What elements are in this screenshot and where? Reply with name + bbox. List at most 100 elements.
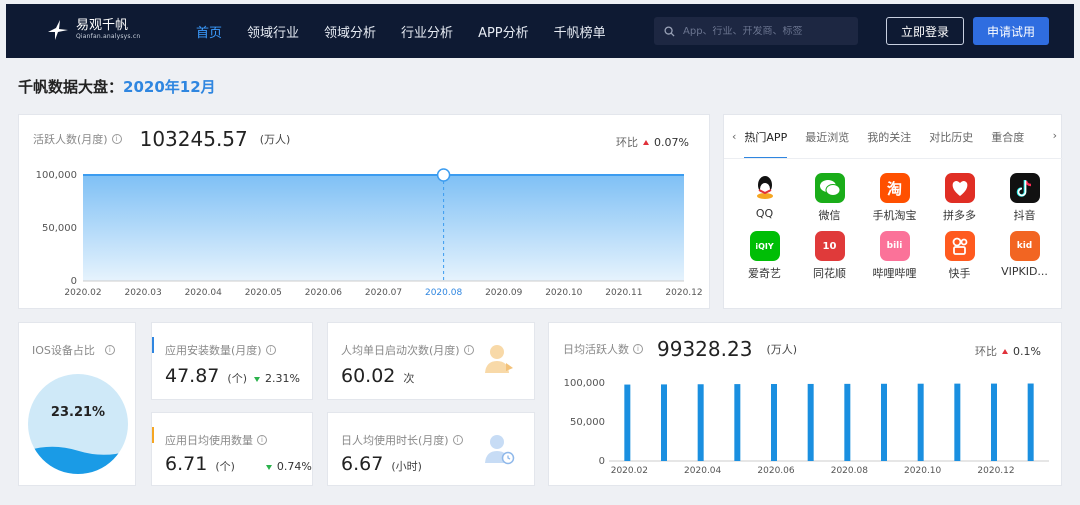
nav-app-analysis[interactable]: APP分析 (478, 22, 529, 41)
app-item[interactable]: 微信 (797, 173, 862, 223)
app-name: 哔哩哔哩 (872, 267, 917, 280)
y-tick-label: 100,000 (564, 378, 605, 389)
logo-name: 易观千帆 (76, 18, 129, 33)
app-name: 拼多多 (943, 209, 976, 222)
app-item[interactable]: 淘手机淘宝 (862, 173, 927, 223)
up-arrow-icon (643, 140, 650, 145)
chevron-right-icon[interactable]: › (1050, 129, 1057, 142)
info-icon[interactable]: i (257, 435, 267, 445)
iqiyi-icon: iQIY (749, 231, 780, 261)
app-item[interactable]: 拼多多 (927, 173, 992, 223)
launch-count-label: 人均单日启动次数(月度) i (341, 342, 474, 358)
install-count-metric: 47.87 (个) 2.31% (165, 365, 300, 387)
app-name: 爱奇艺 (748, 267, 781, 280)
app-item[interactable]: 快手 (927, 231, 992, 281)
ios-share-pie[interactable] (27, 373, 129, 475)
apps-card: ‹ 热门APP 最近浏览 我的关注 对比历史 重合度 › QQ 微信淘手机淘宝拼多… (723, 114, 1063, 309)
nav-home[interactable]: 首页 (196, 22, 222, 41)
x-tick-label: 2020.08 (831, 466, 868, 476)
up-arrow-icon (1002, 349, 1009, 354)
dau-bar (734, 384, 741, 461)
nav-domain-industry[interactable]: 领域行业 (247, 22, 299, 41)
trial-button[interactable]: 申请试用 (973, 17, 1049, 45)
dau-bar (807, 383, 814, 461)
app-item[interactable]: kid VIPKID... (992, 231, 1057, 281)
dau-header: 日均活跃人数 i 99328.23 (万人) (563, 337, 797, 361)
dau-bar (697, 384, 704, 461)
dau-label: 日均活跃人数 i (563, 341, 643, 357)
y-tick-label: 50,000 (42, 223, 77, 234)
nav-industry-analysis[interactable]: 行业分析 (401, 22, 453, 41)
dau-bar (661, 384, 667, 461)
daily-use-count-card: 应用日均使用数量 i 6.71 (个) 0.74% (151, 412, 313, 486)
daily-use-count-label-text: 应用日均使用数量 (165, 434, 253, 447)
mau-area-chart[interactable]: 100,000 50,000 02020.02 2020.03 2020.04 2020.… (19, 165, 709, 305)
mau-value: 103245.57 (139, 127, 248, 151)
x-tick-label: 2020.06 (757, 466, 794, 476)
daily-duration-unit: (小时) (391, 460, 422, 473)
info-icon[interactable]: i (104, 345, 115, 355)
x-tick-label: 2020.05 (245, 288, 282, 298)
info-icon[interactable]: i (633, 344, 643, 354)
x-tick-label: 2020.04 (185, 288, 222, 298)
app-item[interactable]: QQ (732, 173, 797, 223)
nav-rankings[interactable]: 千帆榜单 (554, 22, 606, 41)
app-name: VIPKID... (1001, 265, 1048, 278)
nav-domain-analysis[interactable]: 领域分析 (324, 22, 376, 41)
dau-card: 日均活跃人数 i 99328.23 (万人) 环比 0.1% 100,000 50,0… (548, 322, 1062, 486)
install-count-header: 应用安装数量(月度) i (165, 339, 276, 358)
y-tick-label: 0 (599, 456, 605, 467)
search-input[interactable] (683, 25, 853, 37)
compare-pct: 0.07% (654, 136, 689, 149)
app-name: QQ (755, 207, 774, 220)
tab-hot-apps[interactable]: 热门APP (744, 115, 787, 158)
dau-bar (771, 384, 777, 461)
main-menu: 首页 领域行业 领域分析 行业分析 APP分析 千帆榜单 (196, 4, 631, 58)
dau-label-text: 日均活跃人数 (563, 343, 629, 356)
person-tap-icon (485, 345, 513, 373)
search-box[interactable] (654, 17, 858, 45)
launch-count-card: 人均单日启动次数(月度) i 60.02 次 (327, 322, 535, 400)
tab-compare-history[interactable]: 对比历史 (929, 115, 973, 158)
dau-value: 99328.23 (657, 337, 753, 361)
info-icon[interactable]: i (452, 435, 463, 445)
tab-following[interactable]: 我的关注 (867, 115, 911, 158)
pinduoduo-icon (944, 173, 975, 203)
launch-count-header: 人均单日启动次数(月度) i (341, 339, 474, 358)
login-button[interactable]: 立即登录 (886, 17, 964, 45)
tab-overlap[interactable]: 重合度 (991, 115, 1024, 158)
launch-count-value: 60.02 (341, 365, 396, 387)
page-title: 千帆数据大盘：2020年12月 (18, 76, 216, 97)
dau-bar (624, 384, 631, 461)
x-tick-label: 2020.02 (611, 466, 648, 476)
chevron-left-icon[interactable]: ‹ (732, 130, 736, 143)
app-item[interactable]: 抖音 (992, 173, 1057, 223)
ios-share-card: IOS设备占比 i 23.21% (18, 322, 136, 486)
x-tick-label: 2020.11 (605, 288, 642, 298)
logo[interactable]: 易观千帆 Qianfan.analysys.cn (46, 18, 140, 42)
ios-share-value: 23.21% (50, 405, 106, 420)
app-name: 快手 (948, 267, 971, 280)
apps-tabs: ‹ 热门APP 最近浏览 我的关注 对比历史 重合度 (724, 115, 1063, 159)
y-tick-label: 0 (71, 276, 77, 287)
douyin-icon (1009, 173, 1040, 203)
info-icon[interactable]: i (111, 134, 122, 144)
x-tick-label: 2020.04 (684, 466, 721, 476)
info-icon[interactable]: i (463, 345, 474, 355)
x-tick-label: 2020.10 (545, 288, 582, 298)
x-tick-label: 2020.08 (425, 288, 462, 298)
app-name: 同花顺 (813, 267, 846, 280)
tab-recent[interactable]: 最近浏览 (805, 115, 849, 158)
dau-bar (954, 383, 961, 461)
logo-bird-icon (48, 20, 68, 40)
install-count-value: 47.87 (165, 365, 220, 387)
page-period: 2020年12月 (123, 78, 216, 96)
app-item[interactable]: 10 同花顺 (797, 231, 862, 281)
app-item[interactable]: iQIY 爱奇艺 (732, 231, 797, 281)
info-icon[interactable]: i (265, 345, 276, 355)
dau-bar (844, 383, 851, 461)
person-clock-icon (485, 435, 515, 465)
app-item[interactable]: bili 哔哩哔哩 (862, 231, 927, 281)
down-arrow-icon (254, 377, 260, 382)
dau-bar-chart[interactable]: 100,000 50,000 0 2020.02 2020.04 2020.06 2020.… (549, 371, 1061, 481)
